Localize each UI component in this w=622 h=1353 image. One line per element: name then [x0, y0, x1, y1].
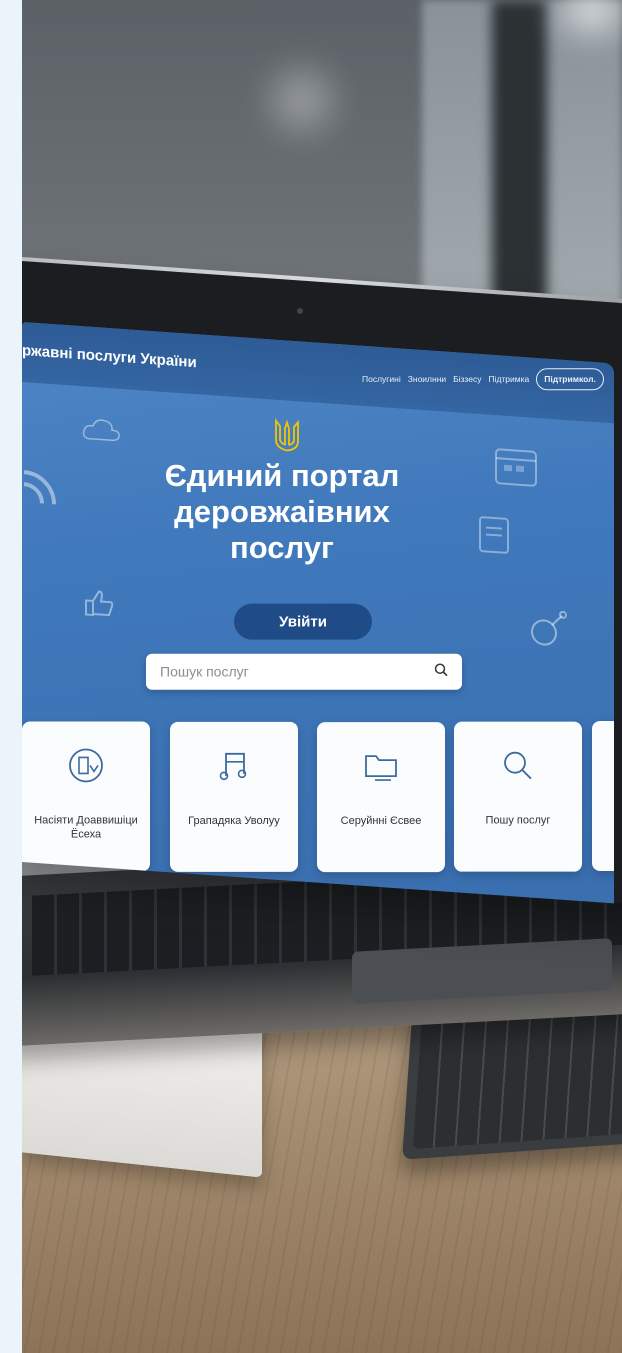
nav-cta-button[interactable]: Підтримкол. — [536, 368, 604, 391]
folder-icon — [365, 755, 397, 781]
thumbs-up-icon — [82, 586, 116, 625]
nav-item-knowledge[interactable]: Зноилнни — [408, 374, 446, 384]
search-icon[interactable] — [434, 663, 448, 677]
service-card-2-label: Грападяка Уволуу — [188, 814, 280, 827]
hero-title: Єдиний портал деровжаівних послуг — [164, 458, 400, 566]
card-search-icon — [504, 751, 532, 780]
calendar-icon — [492, 443, 540, 497]
service-card-3[interactable]: Серуйнні Єсвее — [317, 722, 445, 873]
nav-item-services[interactable]: Послугині — [362, 374, 401, 384]
login-button[interactable]: Увійти — [234, 603, 372, 640]
signal-icon — [22, 462, 64, 514]
trident-emblem-icon — [275, 418, 299, 452]
cloud-icon — [82, 416, 122, 450]
satellite-icon — [522, 607, 568, 663]
site-brand[interactable]: ржавні послуги України — [22, 342, 197, 371]
background-light — [272, 70, 332, 130]
webcam — [297, 308, 303, 314]
nav-item-business[interactable]: Біззесу — [453, 374, 481, 384]
service-card-1-label: Насіяти Доаввишіци Ёсеха — [34, 814, 138, 841]
service-card-4[interactable]: Пошу послуг — [454, 721, 582, 872]
photo-scene: ржавні послуги України Послугині Зноилнн… — [22, 0, 622, 1353]
background-pillar — [492, 0, 547, 330]
search-bar — [146, 653, 462, 690]
service-card-5[interactable] — [592, 720, 614, 871]
refresh-document-icon — [69, 748, 103, 783]
search-input[interactable] — [158, 662, 422, 681]
service-card-4-label: Пошу послуг — [485, 814, 551, 827]
service-card-2[interactable]: Грападяка Уволуу — [170, 721, 298, 872]
music-note-icon — [219, 752, 247, 781]
document-icon — [477, 514, 511, 563]
service-card-1[interactable]: Насіяти Доаввишіци Ёсеха — [22, 721, 150, 872]
nav-item-support[interactable]: Підтримка — [489, 374, 530, 384]
main-nav: Послугині Зноилнни Біззесу Підтримка Під… — [362, 368, 604, 391]
service-card-3-label: Серуйнні Єсвее — [340, 815, 422, 828]
laptop-screen: ржавні послуги України Послугині Зноилнн… — [22, 322, 614, 904]
